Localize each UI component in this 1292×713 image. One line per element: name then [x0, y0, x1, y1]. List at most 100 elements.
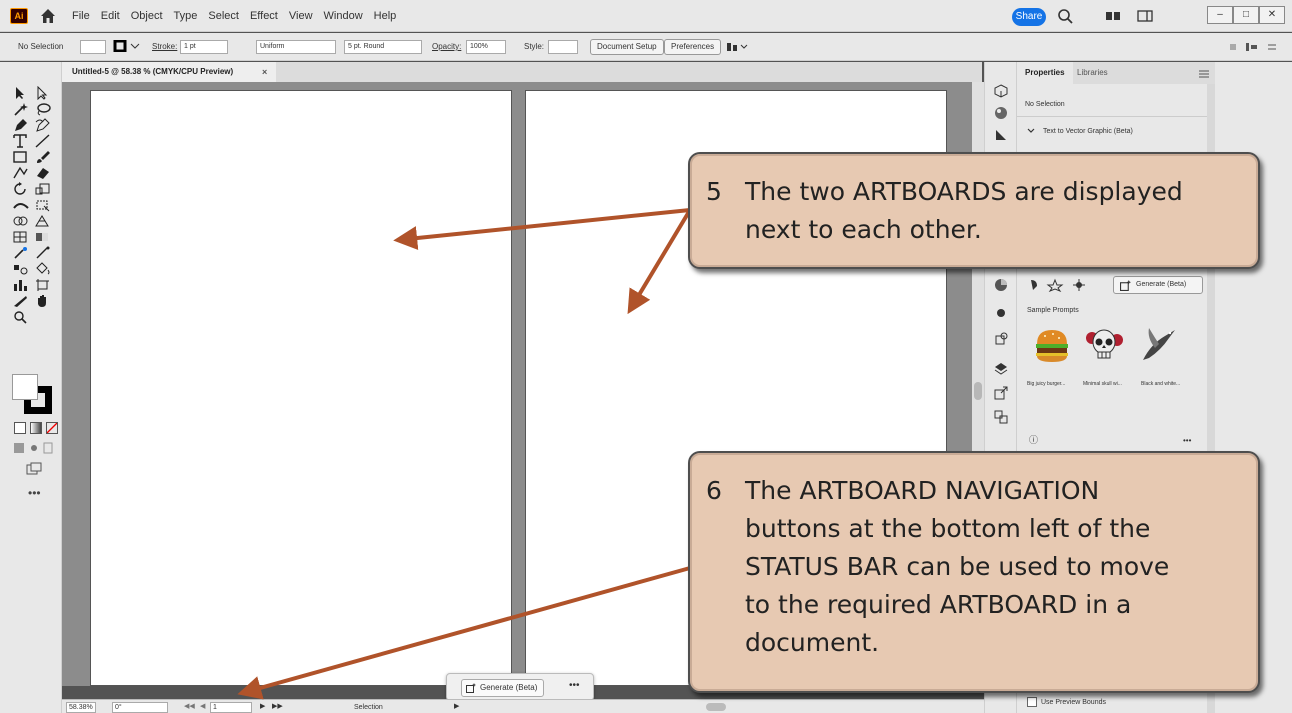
brush-definition[interactable]: 5 pt. Round	[344, 40, 422, 54]
screen-mode-icon[interactable]	[26, 462, 42, 476]
rotate-tool-icon[interactable]	[12, 182, 30, 196]
menu-file[interactable]: File	[72, 9, 90, 23]
tab-libraries[interactable]: Libraries	[1069, 62, 1116, 84]
bird-sample-image[interactable]	[1137, 324, 1179, 366]
prompt-type-icons[interactable]	[1029, 278, 1089, 292]
selection-tool-icon[interactable]	[12, 86, 30, 100]
next-artboard-button[interactable]: ▶	[260, 702, 265, 712]
line-segment-tool-icon[interactable]	[34, 134, 52, 148]
symbols-icon[interactable]	[994, 332, 1008, 346]
artboard-tool-icon[interactable]	[34, 278, 52, 292]
status-menu-arrow[interactable]: ▶	[454, 702, 459, 712]
variable-width-profile[interactable]: Uniform	[256, 40, 336, 54]
minimize-button[interactable]: –	[1207, 6, 1233, 24]
edit-toolbar-button[interactable]: •••	[28, 486, 41, 500]
burger-sample-image[interactable]	[1031, 324, 1073, 366]
text-to-vector-section[interactable]: Text to Vector Graphic (Beta)	[1043, 127, 1133, 136]
tab-close-icon[interactable]: ×	[262, 62, 267, 82]
layers-icon[interactable]	[994, 362, 1008, 376]
mesh-tool-icon[interactable]	[12, 230, 30, 244]
share-button[interactable]: Share	[1012, 8, 1046, 26]
none-mode-icon[interactable]	[46, 422, 58, 434]
menu-view[interactable]: View	[289, 9, 313, 23]
live-paint-bucket-icon[interactable]	[34, 262, 52, 276]
search-icon[interactable]	[1056, 7, 1076, 25]
blend-tool-icon[interactable]	[12, 262, 30, 276]
stroke-panel-icon[interactable]	[994, 306, 1008, 320]
artboard-number-field[interactable]: 1	[210, 702, 252, 713]
free-transform-tool-icon[interactable]	[34, 198, 52, 212]
properties-generate-button[interactable]: Generate (Beta)	[1113, 276, 1203, 294]
panel-options-icon[interactable]	[1228, 41, 1278, 53]
export-icon[interactable]	[994, 386, 1008, 400]
measure-tool-icon[interactable]	[34, 246, 52, 260]
fill-color-mode[interactable]	[14, 422, 26, 434]
close-button[interactable]: ✕	[1259, 6, 1285, 24]
appearance-icon[interactable]	[994, 106, 1008, 120]
graphic-style-dropdown[interactable]	[548, 40, 578, 54]
vertical-scroll-thumb[interactable]	[974, 382, 982, 400]
width-tool-icon[interactable]	[12, 198, 30, 212]
menu-effect[interactable]: Effect	[250, 9, 278, 23]
stroke-weight-input[interactable]: 1 pt	[180, 40, 228, 54]
last-artboard-button[interactable]: ▶▶	[272, 702, 283, 712]
graphic-styles-icon[interactable]	[994, 128, 1008, 142]
artboard-1[interactable]	[90, 90, 512, 686]
first-artboard-button[interactable]: ◀◀	[184, 702, 195, 712]
3d-materials-icon[interactable]	[994, 84, 1008, 98]
type-tool-icon[interactable]	[12, 134, 30, 148]
color-icon[interactable]	[994, 278, 1008, 292]
direct-selection-tool-icon[interactable]	[34, 86, 52, 100]
previous-artboard-button[interactable]: ◀	[200, 702, 205, 712]
curvature-tool-icon[interactable]	[34, 118, 52, 132]
zoom-level-field[interactable]: 58.38%	[66, 702, 96, 713]
stroke-label[interactable]: Stroke:	[152, 42, 177, 52]
artboards-panel-icon[interactable]	[994, 410, 1008, 424]
perspective-grid-tool-icon[interactable]	[34, 214, 52, 228]
document-setup-button[interactable]: Document Setup	[590, 39, 664, 55]
contextual-more-button[interactable]: •••	[569, 680, 580, 691]
menu-help[interactable]: Help	[374, 9, 397, 23]
column-graph-tool-icon[interactable]	[12, 278, 30, 292]
magic-wand-tool-icon[interactable]	[12, 102, 30, 116]
lasso-tool-icon[interactable]	[34, 102, 52, 116]
menu-type[interactable]: Type	[174, 9, 198, 23]
horizontal-scroll-thumb[interactable]	[706, 703, 726, 711]
hand-tool-icon[interactable]	[34, 294, 52, 308]
shape-builder-tool-icon[interactable]	[12, 214, 30, 228]
stroke-color-dropdown[interactable]	[110, 39, 144, 54]
menu-select[interactable]: Select	[208, 9, 239, 23]
info-icon[interactable]: ⓘ	[1029, 436, 1038, 445]
menu-window[interactable]: Window	[324, 9, 363, 23]
fill-color-swatch[interactable]	[12, 374, 38, 400]
home-icon[interactable]	[38, 6, 58, 26]
preferences-button[interactable]: Preferences	[664, 39, 722, 55]
menu-edit[interactable]: Edit	[101, 9, 120, 23]
align-options-icon[interactable]	[726, 41, 750, 53]
pen-tool-icon[interactable]	[12, 118, 30, 132]
rotation-field[interactable]: 0°	[112, 702, 168, 713]
workspace-switcher-icon[interactable]	[1135, 7, 1155, 25]
gradient-mode[interactable]	[30, 422, 42, 434]
document-tab[interactable]: Untitled-5 @ 58.38 % (CMYK/CPU Preview) …	[62, 62, 276, 82]
opacity-label[interactable]: Opacity:	[432, 42, 461, 52]
tab-properties[interactable]: Properties	[1017, 62, 1073, 84]
slice-tool-icon[interactable]	[12, 294, 30, 308]
generate-beta-button[interactable]: Generate (Beta)	[461, 679, 545, 697]
eraser-tool-icon[interactable]	[34, 166, 52, 180]
opacity-input[interactable]: 100%	[466, 40, 506, 54]
maximize-button[interactable]: □	[1233, 6, 1259, 24]
arrange-documents-icon[interactable]	[1103, 7, 1123, 25]
draw-mode-icons[interactable]	[14, 442, 54, 454]
zoom-tool-icon[interactable]	[12, 310, 30, 324]
shaper-tool-icon[interactable]	[12, 166, 30, 180]
fill-color-dropdown[interactable]	[80, 40, 106, 54]
gradient-tool-icon[interactable]	[34, 230, 52, 244]
menu-object[interactable]: Object	[131, 9, 163, 23]
panel-menu-icon[interactable]	[1199, 70, 1209, 78]
scale-tool-icon[interactable]	[34, 182, 52, 196]
current-tool-status[interactable]: Selection	[354, 703, 383, 712]
rectangle-tool-icon[interactable]	[12, 150, 30, 164]
paintbrush-tool-icon[interactable]	[34, 150, 52, 164]
chevron-down-icon[interactable]	[1027, 128, 1035, 134]
